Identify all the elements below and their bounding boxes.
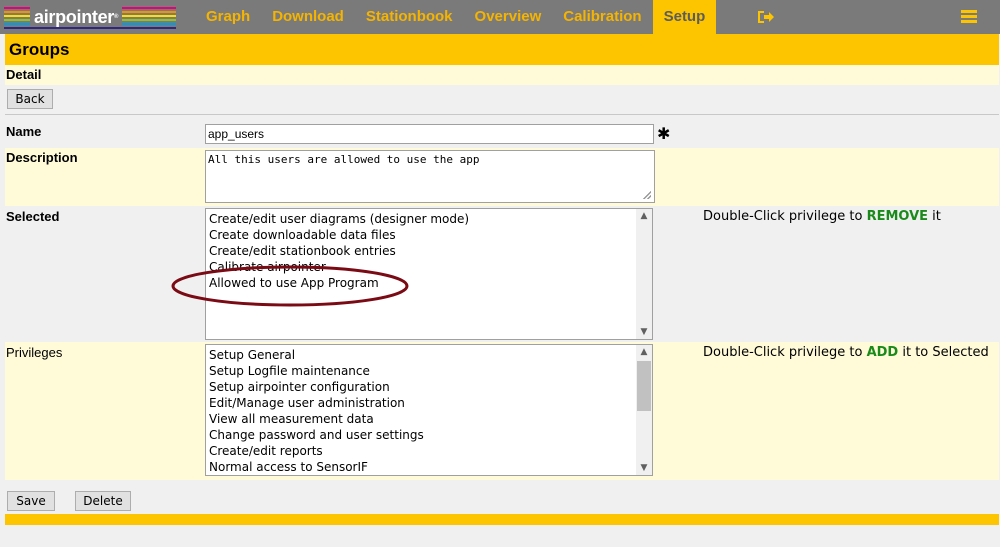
list-item[interactable]: Create/edit user diagrams (designer mode…: [209, 211, 652, 227]
privileges-label: Privileges: [6, 345, 63, 360]
available-privileges-list[interactable]: Setup General Setup Logfile maintenance …: [205, 344, 653, 476]
resize-grip-icon[interactable]: [643, 191, 651, 199]
logo-text: airpointer®: [30, 7, 123, 27]
description-textarea[interactable]: All this users are allowed to use the ap…: [205, 150, 655, 203]
list-item[interactable]: Create downloadable data files: [209, 227, 652, 243]
list-item[interactable]: Calibrate airpointer: [209, 259, 652, 275]
selected-row: Selected Create/edit user diagrams (desi…: [5, 206, 999, 342]
top-nav-bar: airpointer® Graph Download Stationbook O…: [0, 0, 1000, 34]
remove-keyword: REMOVE: [866, 209, 929, 224]
section-heading: Detail: [5, 65, 999, 85]
scrollbar[interactable]: ▲ ▼: [636, 209, 652, 339]
list-item[interactable]: Setup airpointer configuration: [209, 379, 652, 395]
footer-bar: [5, 514, 999, 525]
list-item[interactable]: Edit/Manage user administration: [209, 395, 652, 411]
main-nav: Graph Download Stationbook Overview Cali…: [195, 0, 717, 34]
name-row: Name ✱: [5, 118, 999, 148]
list-item[interactable]: Change password and user settings: [209, 427, 652, 443]
scroll-down-icon[interactable]: ▼: [636, 325, 652, 339]
privileges-hint: Double-Click privilege to ADD it to Sele…: [703, 345, 989, 360]
divider: [5, 114, 999, 115]
description-label: Description: [6, 150, 78, 165]
list-item[interactable]: Create/edit reports: [209, 443, 652, 459]
scroll-down-icon[interactable]: ▼: [636, 461, 652, 475]
page-title: Groups: [5, 34, 999, 65]
list-item[interactable]: Allowed to use App Program: [209, 275, 652, 291]
privileges-row: Privileges Setup General Setup Logfile m…: [5, 342, 999, 480]
scroll-up-icon[interactable]: ▲: [636, 345, 652, 359]
nav-download[interactable]: Download: [261, 0, 355, 34]
add-keyword: ADD: [866, 345, 899, 360]
back-row: Back: [5, 85, 999, 114]
scrollbar[interactable]: ▲ ▼: [636, 345, 652, 475]
nav-stationbook[interactable]: Stationbook: [355, 0, 464, 34]
list-item[interactable]: Create/edit stationbook entries: [209, 243, 652, 259]
description-text: All this users are allowed to use the ap…: [208, 153, 480, 166]
logout-icon[interactable]: [757, 9, 775, 25]
selected-privileges-list[interactable]: Create/edit user diagrams (designer mode…: [205, 208, 653, 340]
save-button[interactable]: Save: [7, 491, 55, 511]
back-button[interactable]: Back: [7, 89, 53, 109]
list-item[interactable]: Setup General: [209, 347, 652, 363]
list-item[interactable]: Normal access to SensorIF: [209, 459, 652, 475]
name-label: Name: [6, 124, 42, 139]
selected-label: Selected: [6, 209, 60, 224]
list-item[interactable]: View all measurement data: [209, 411, 652, 427]
hamburger-menu-icon[interactable]: [961, 10, 977, 24]
nav-setup[interactable]: Setup: [652, 0, 717, 34]
nav-overview[interactable]: Overview: [464, 0, 553, 34]
list-item[interactable]: Setup Logfile maintenance: [209, 363, 652, 379]
logo-stripe: [4, 27, 176, 29]
delete-button[interactable]: Delete: [75, 491, 131, 511]
required-asterisk: ✱: [657, 124, 671, 143]
selected-hint: Double-Click privilege to REMOVE it: [703, 209, 941, 224]
airpointer-logo[interactable]: airpointer®: [4, 5, 176, 29]
name-input[interactable]: [205, 124, 654, 144]
nav-calibration[interactable]: Calibration: [552, 0, 652, 34]
scrollbar-thumb[interactable]: [637, 361, 651, 411]
nav-graph[interactable]: Graph: [195, 0, 261, 34]
scroll-up-icon[interactable]: ▲: [636, 209, 652, 223]
description-row: Description All this users are allowed t…: [5, 148, 999, 206]
